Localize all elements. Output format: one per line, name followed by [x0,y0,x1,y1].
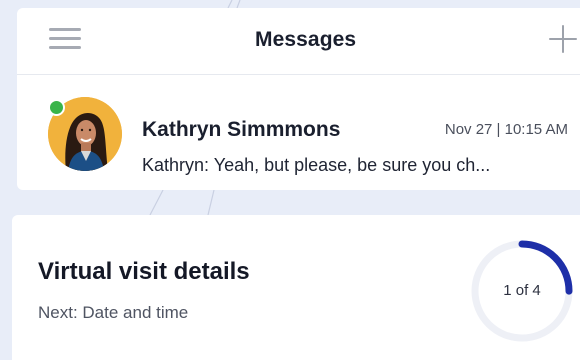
conversation-item[interactable]: Kathryn Simmmons Nov 27 | 10:15 AM Kathr… [17,75,580,190]
virtual-visit-card[interactable]: Virtual visit details Next: Date and tim… [12,215,580,360]
messages-header: Messages [17,8,580,75]
sender-name: Kathryn Simmmons [142,118,341,141]
message-timestamp: Nov 27 | 10:15 AM [444,121,568,138]
visit-title: Virtual visit details [38,258,250,285]
hamburger-menu-icon[interactable] [49,26,81,52]
online-status-indicator [48,99,65,116]
page-title: Messages [255,28,357,51]
plus-icon[interactable] [549,25,577,53]
messages-card: Messages Kathryn Simmmons Nov 27 | 10:15… [17,8,580,190]
visit-next-step: Next: Date and time [38,303,189,322]
message-preview: Kathryn: Yeah, but please, be sure you c… [142,155,491,175]
progress-label: 1 of 4 [503,282,541,299]
